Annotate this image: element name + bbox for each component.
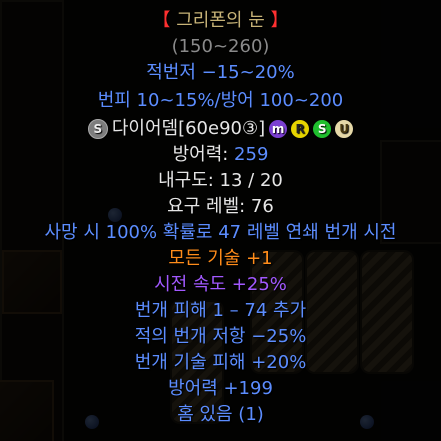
socket-s-icon: S [87, 119, 108, 139]
stat-lightning-skill-damage: 번개 기술 피해 +20% [134, 352, 307, 373]
stat-all-skills: 모든 기술 +1 [168, 248, 273, 269]
item-name-line: 【 그리폰의 눈 】 [0, 8, 441, 34]
tag-s-icon: S [313, 120, 332, 138]
required-level: 요구 레벨: 76 [167, 196, 274, 217]
base-item-name: 다이어뎀[60e90③] [111, 118, 266, 139]
value-range: (150~260) [171, 36, 270, 57]
stat-enemy-lightning-res: 적의 번개 저항 −25% [134, 326, 307, 347]
tag-r-icon: R [291, 120, 310, 138]
stat-cast-speed: 시전 속도 +25% [154, 274, 287, 295]
stat-lightning-damage: 번개 피해 1 – 74 추가 [134, 300, 307, 321]
defense-line: 방어력: 259 [0, 142, 441, 168]
defense-value: 259 [234, 144, 269, 165]
durability: 내구도: 13 / 20 [158, 170, 283, 191]
item-name: 그리폰의 눈 [176, 10, 265, 31]
defense-label: 방어력: [172, 144, 235, 165]
name-bracket-left: 【 [152, 10, 177, 31]
base-item-row: S 다이어뎀[60e90③] m R S U [0, 116, 441, 142]
item-tooltip: 【 그리폰의 눈 】 (150~260) 적번저 −15~20% 번피 10~1… [0, 0, 441, 441]
base-item-line: S 다이어뎀[60e90③] m R S U [0, 116, 441, 142]
stat-defense-bonus: 방어력 +199 [168, 378, 273, 399]
name-bracket-right: 】 [264, 10, 289, 31]
stat-chance-to-cast: 사망 시 100% 확률로 47 레벨 연쇄 번개 시전 [44, 222, 397, 243]
tag-u-icon: U [335, 120, 354, 138]
stat-sockets: 홈 있음 (1) [177, 404, 264, 425]
tag-m-icon: m [269, 120, 288, 138]
stat-fhr-def-range: 번피 10~15%/방어 100~200 [97, 90, 344, 111]
stat-fcr-range: 적번저 −15~20% [146, 62, 295, 83]
